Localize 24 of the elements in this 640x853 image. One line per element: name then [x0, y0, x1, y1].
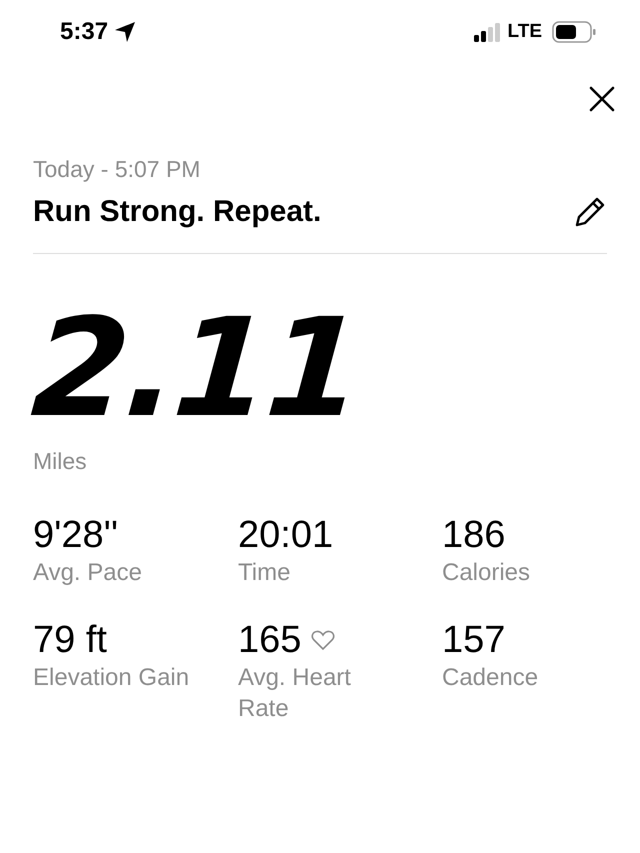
network-label: LTE: [508, 21, 542, 43]
stat-label: Elevation Gain: [33, 663, 190, 693]
distance-value: 2.11: [28, 304, 364, 434]
activity-date: Today - 5:07 PM: [33, 156, 202, 183]
close-icon[interactable]: [589, 86, 615, 112]
stat-label: Avg. Heart Rate: [238, 663, 352, 724]
stat-label: Cadence: [442, 663, 540, 693]
stat-value: 79 ft: [33, 618, 107, 662]
distance-unit: Miles: [33, 448, 88, 475]
clock-time: 5:37: [60, 18, 108, 46]
activity-title: Run Strong. Repeat.: [33, 195, 322, 229]
pencil-icon[interactable]: [573, 195, 607, 229]
battery-icon: [552, 21, 596, 43]
stat-label: Calories: [442, 558, 532, 588]
stat-value: 20:01: [238, 513, 334, 557]
stat-value: 165: [238, 618, 302, 662]
heart-icon: [311, 629, 336, 651]
stat-label: Avg. Pace: [33, 558, 143, 588]
location-arrow-icon: [114, 21, 136, 43]
stat-label: Time: [238, 558, 292, 588]
stat-value: 157: [442, 618, 506, 662]
stat-value: 186: [442, 513, 506, 557]
signal-icon: [474, 22, 502, 42]
stat-value: 9'28'': [33, 513, 118, 557]
